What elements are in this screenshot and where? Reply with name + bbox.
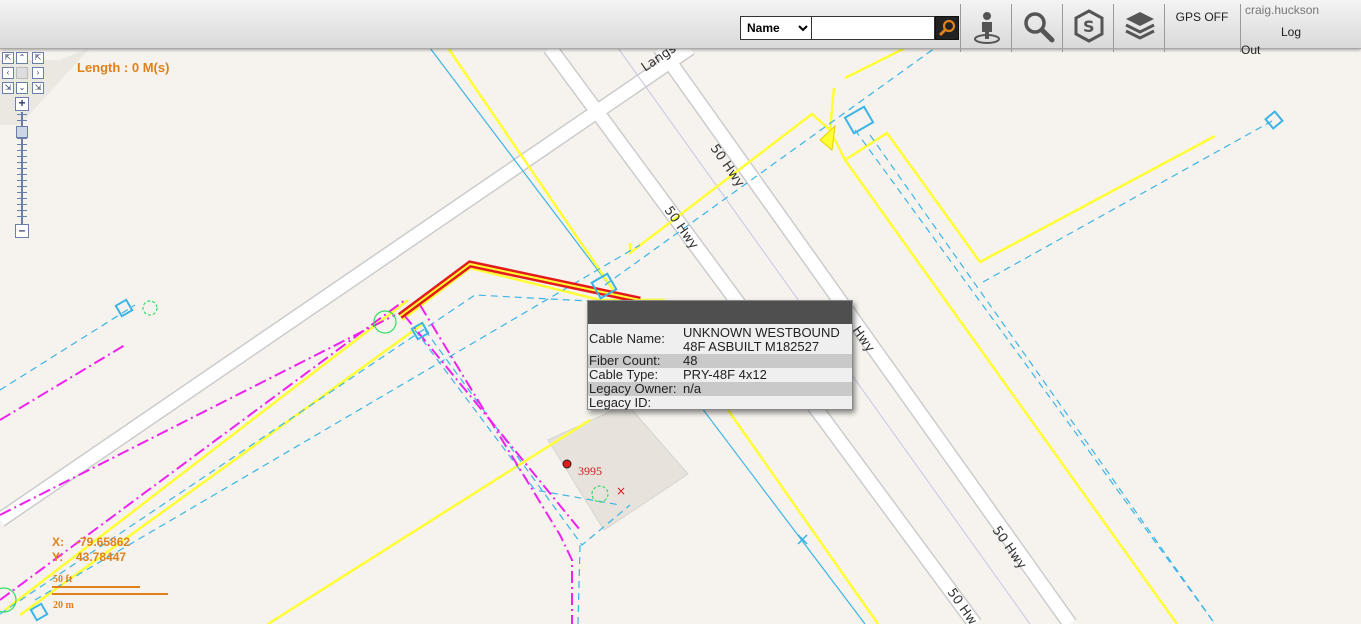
attribute-value-line: UNKNOWN WESTBOUND: [683, 325, 840, 340]
search-button[interactable]: [935, 16, 959, 40]
attribute-key: Legacy Owner:: [588, 382, 682, 396]
top-toolbar: Name S GPS OFF craig.huckson Log Out: [0, 0, 1361, 57]
attribute-value: UNKNOWN WESTBOUND 48F ASBUILT M182527: [682, 324, 852, 354]
vault-icon: [843, 105, 875, 135]
toolbar-divider: [1011, 4, 1012, 52]
vault-icon: [114, 298, 134, 318]
pan-southeast-button[interactable]: ⇲: [32, 82, 44, 94]
attribute-key: Cable Type:: [589, 367, 659, 382]
x-value: -79.65862: [76, 535, 131, 549]
attribute-value: n/a: [682, 382, 852, 396]
scale-top-label: 50 ft: [53, 574, 73, 585]
svg-text:S: S: [1083, 17, 1095, 36]
pan-northwest-button[interactable]: ⇱: [2, 52, 14, 64]
logout-link-continued[interactable]: Out: [1241, 43, 1260, 57]
attribute-key: Legacy ID:: [589, 395, 652, 410]
feature-attributes-table: Cable Name: UNKNOWN WESTBOUND 48F ASBUIL…: [588, 324, 852, 410]
attribute-row: Legacy ID:: [588, 396, 852, 410]
magnifier-icon: [1024, 12, 1055, 43]
street-view-button[interactable]: [965, 6, 1009, 46]
attribute-key: Fiber Count:: [588, 354, 682, 368]
street-label: 50 Hwy: [661, 204, 701, 253]
pan-north-button[interactable]: ⌃: [16, 52, 28, 64]
search-input[interactable]: [811, 16, 935, 40]
delete-marker-icon: ×: [616, 484, 626, 498]
scale-bar-imperial: [52, 586, 140, 588]
pan-southwest-button[interactable]: ⇲: [2, 82, 14, 94]
attribute-row: Cable Name: UNKNOWN WESTBOUND 48F ASBUIL…: [588, 324, 852, 354]
fiber-cross-marker: ×: [795, 529, 810, 550]
attribute-row: Cable Type: PRY-48F 4x12: [588, 368, 852, 382]
pan-zoom-control: ⇱ ⌃ ⇱ ‹ › ⇲ ⌄ ⇲ + –: [2, 52, 46, 242]
pan-northeast-button[interactable]: ⇱: [32, 52, 44, 64]
measure-length-readout: Length : 0 M(s): [77, 60, 170, 75]
feature-info-popup: Cable Name: UNKNOWN WESTBOUND 48F ASBUIL…: [587, 300, 853, 410]
search-mode-select[interactable]: Name: [740, 16, 812, 40]
toolbar-divider: [1164, 4, 1165, 52]
popup-header[interactable]: [588, 301, 852, 324]
gps-toggle[interactable]: GPS OFF: [1170, 10, 1234, 24]
attribute-row: Legacy Owner: n/a: [588, 382, 852, 396]
snap-icon: S: [1074, 9, 1104, 43]
pan-west-button[interactable]: ‹: [2, 67, 14, 79]
layers-button[interactable]: [1118, 6, 1162, 46]
toolbar-divider: [1113, 4, 1114, 52]
pan-center-button[interactable]: [16, 67, 28, 79]
vault-icon: [1264, 110, 1284, 130]
toolbar-divider: [960, 4, 961, 52]
pan-south-button[interactable]: ⌄: [16, 82, 28, 94]
attribute-key: Cable Name:: [589, 331, 665, 346]
attribute-value: 48: [682, 354, 852, 368]
street-label: 50 Hw: [944, 586, 980, 624]
search-icon: [938, 19, 956, 37]
y-value: 43.78447: [76, 550, 127, 564]
snap-button[interactable]: S: [1067, 6, 1111, 46]
scale-bar-metric: [52, 593, 168, 595]
user-name: craig.huckson: [1245, 3, 1320, 17]
point-feature-label: 3995: [578, 464, 602, 478]
logout-link[interactable]: Log: [1281, 25, 1301, 39]
attribute-row: Fiber Count: 48: [588, 354, 852, 368]
attribute-value-line: 48F ASBUILT M182527: [683, 339, 820, 354]
find-button[interactable]: [1016, 6, 1060, 46]
scale-bar: 50 ft 20 m: [52, 572, 172, 616]
point-feature-icon[interactable]: [562, 459, 572, 469]
person-icon: [974, 12, 1000, 44]
layers-icon: [1125, 12, 1155, 40]
scale-bottom-label: 20 m: [53, 600, 74, 611]
attribute-value: PRY-48F 4x12: [683, 367, 767, 382]
toolbar-divider: [1062, 4, 1063, 52]
zoom-in-button[interactable]: +: [15, 97, 29, 111]
y-label: Y:: [52, 550, 64, 564]
coordinate-readout: X: -79.65862 Y: 43.78447: [52, 535, 130, 565]
zoom-slider-handle[interactable]: [16, 126, 28, 138]
x-label: X:: [52, 535, 64, 549]
pan-east-button[interactable]: ›: [32, 67, 44, 79]
zoom-out-button[interactable]: –: [15, 224, 29, 238]
attribute-value: [682, 396, 852, 410]
splice-icon: [142, 300, 158, 316]
